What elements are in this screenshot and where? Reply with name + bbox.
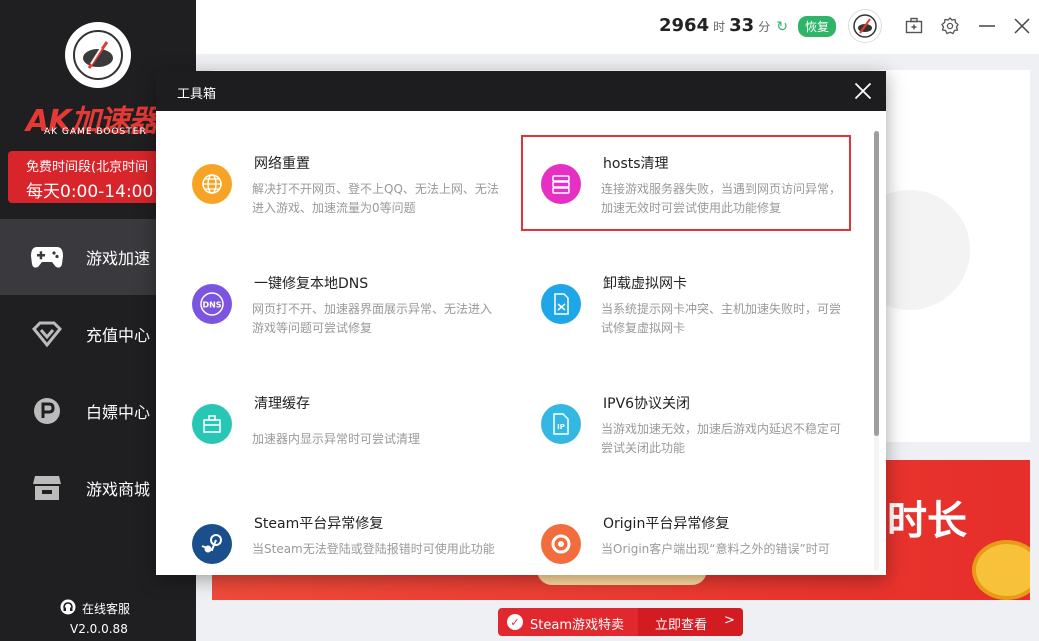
tool-title: 清理缓存 — [254, 396, 310, 412]
minutes-value: 33 — [729, 15, 755, 36]
dialog-header: 工具箱 — [156, 71, 886, 111]
tool-network-reset[interactable]: 网络重置 解决打不开网页、登不上QQ、无法上网、无法进入游戏、加速流量为0等问题 — [182, 137, 512, 235]
tag-icon: ✓ — [507, 614, 523, 630]
tool-description: 解决打不开网页、登不上QQ、无法上网、无法进入游戏、加速流量为0等问题 — [252, 182, 499, 215]
tool-steam-fix[interactable]: Steam平台异常修复 当Steam无法登陆或登陆报错时可使用此功能 — [182, 497, 512, 575]
tool-description: 当系统提示网卡冲突、主机加速失败时，可尝试修复虚拟网卡 — [601, 302, 842, 335]
close-window-button[interactable] — [1010, 14, 1034, 38]
free-time-range: 每天0:00-14:00 — [26, 182, 154, 202]
nav-label: 白嫖中心 — [86, 403, 151, 422]
dns-icon: DNS — [192, 284, 232, 324]
version-label: V2.0.0.88 — [70, 622, 128, 636]
svg-text:IP: IP — [557, 423, 565, 431]
banner-title: 时长 — [887, 498, 967, 544]
tool-hosts-clean[interactable]: hosts清理 连接游戏服务器失败，当遇到网页访问异常，加速无效时可尝试使用此功… — [521, 135, 851, 231]
tool-uninstall-nic[interactable]: 卸载虚拟网卡 当系统提示网卡冲突、主机加速失败时，可尝试修复虚拟网卡 — [522, 257, 852, 355]
tool-description: 连接游戏服务器失败，当遇到网页访问异常，加速无效时可尝试使用此功能修复 — [601, 182, 842, 215]
minimize-icon — [979, 25, 995, 27]
hours-unit: 时 — [713, 20, 726, 34]
tool-title: 网络重置 — [254, 156, 310, 172]
minutes-unit: 分 — [758, 20, 771, 34]
online-service-button[interactable]: 在线客服 — [60, 599, 130, 618]
minimize-button[interactable] — [975, 14, 999, 38]
settings-button[interactable] — [938, 14, 962, 38]
toolbox-button[interactable] — [902, 14, 926, 38]
svg-text:DNS: DNS — [202, 301, 221, 310]
steam-icon — [192, 524, 232, 564]
view-now-link[interactable]: 立即查看 — [655, 614, 707, 633]
gear-icon — [941, 17, 959, 35]
dialog-scrollbar-thumb[interactable] — [874, 131, 879, 436]
tool-description: 当游戏加速无效，加速后游戏内延迟不稳定可尝试关闭此功能 — [601, 422, 842, 455]
toolbox-dialog: 工具箱 网络重置 解决打不开网页、登不上QQ、无法上网、无法进入游戏、加速流量为… — [156, 71, 886, 575]
tool-clear-cache[interactable]: 清理缓存 加速器内显示异常时可尝试清理 — [182, 377, 512, 475]
ip-file-icon: IP — [541, 404, 581, 444]
store-icon — [30, 471, 64, 505]
tool-description: 当Origin客户端出现“意料之外的错误”时可 — [601, 542, 830, 556]
coin-icon — [972, 540, 1030, 600]
dialog-title: 工具箱 — [177, 87, 217, 102]
dialog-close-button[interactable] — [852, 80, 874, 102]
tool-title: IPV6协议关闭 — [603, 396, 691, 412]
parking-icon — [30, 394, 64, 428]
nav-label: 游戏加速 — [86, 249, 151, 268]
online-service-label: 在线客服 — [82, 602, 131, 616]
tool-title: Origin平台异常修复 — [603, 516, 730, 532]
steam-sale-text: Steam游戏特卖 — [530, 618, 624, 633]
tool-description: 网页打不开、加速器界面展示异常、无法进入游戏等问题可尝试修复 — [252, 302, 493, 335]
remaining-time: 2964 时 33 分 ↻ 恢复 — [659, 15, 836, 37]
nav-label: 充值中心 — [86, 326, 151, 345]
restore-button[interactable]: 恢复 — [797, 16, 836, 37]
server-icon — [541, 164, 581, 204]
free-time-label: 免费时间段(北京时间 — [26, 160, 149, 175]
diamond-icon — [30, 317, 64, 351]
logo-icon — [73, 30, 123, 80]
user-avatar[interactable] — [848, 9, 882, 43]
hours-value: 2964 — [659, 15, 710, 36]
tool-title: hosts清理 — [603, 156, 669, 172]
tool-description: 当Steam无法登陆或登陆报错时可使用此功能 — [252, 542, 495, 556]
tool-origin-fix[interactable]: Origin平台异常修复 当Origin客户端出现“意料之外的错误”时可 — [522, 497, 852, 575]
avatar-icon — [853, 14, 877, 38]
briefcase-icon — [192, 404, 232, 444]
gamepad-icon — [30, 240, 64, 274]
tool-fix-dns[interactable]: DNS 一键修复本地DNS 网页打不开、加速器界面展示异常、无法进入游戏等问题可… — [182, 257, 512, 355]
sim-card-icon — [541, 284, 581, 324]
arrow-right-icon: > — [724, 613, 735, 628]
headset-icon — [60, 599, 76, 618]
refresh-icon[interactable]: ↻ — [776, 19, 788, 35]
close-icon — [1014, 18, 1030, 34]
tool-title: 卸载虚拟网卡 — [603, 276, 687, 292]
origin-icon — [541, 524, 581, 564]
tool-disable-ipv6[interactable]: IP IPV6协议关闭 当游戏加速无效，加速后游戏内延迟不稳定可尝试关闭此功能 — [522, 377, 852, 475]
brand-subtitle: AK GAME BOOSTER — [44, 127, 147, 137]
steam-sale-bar[interactable]: ✓ Steam游戏特卖 立即查看 > — [498, 608, 743, 636]
tool-title: 一键修复本地DNS — [254, 276, 369, 292]
nav-label: 游戏商城 — [86, 480, 151, 499]
close-icon — [854, 82, 872, 100]
tool-description: 加速器内显示异常时可尝试清理 — [252, 432, 421, 446]
top-bar: 2964 时 33 分 ↻ 恢复 — [196, 0, 1039, 54]
app-logo — [65, 22, 131, 88]
globe-icon — [192, 164, 232, 204]
toolbox-icon — [905, 17, 923, 34]
tool-title: Steam平台异常修复 — [254, 516, 384, 532]
